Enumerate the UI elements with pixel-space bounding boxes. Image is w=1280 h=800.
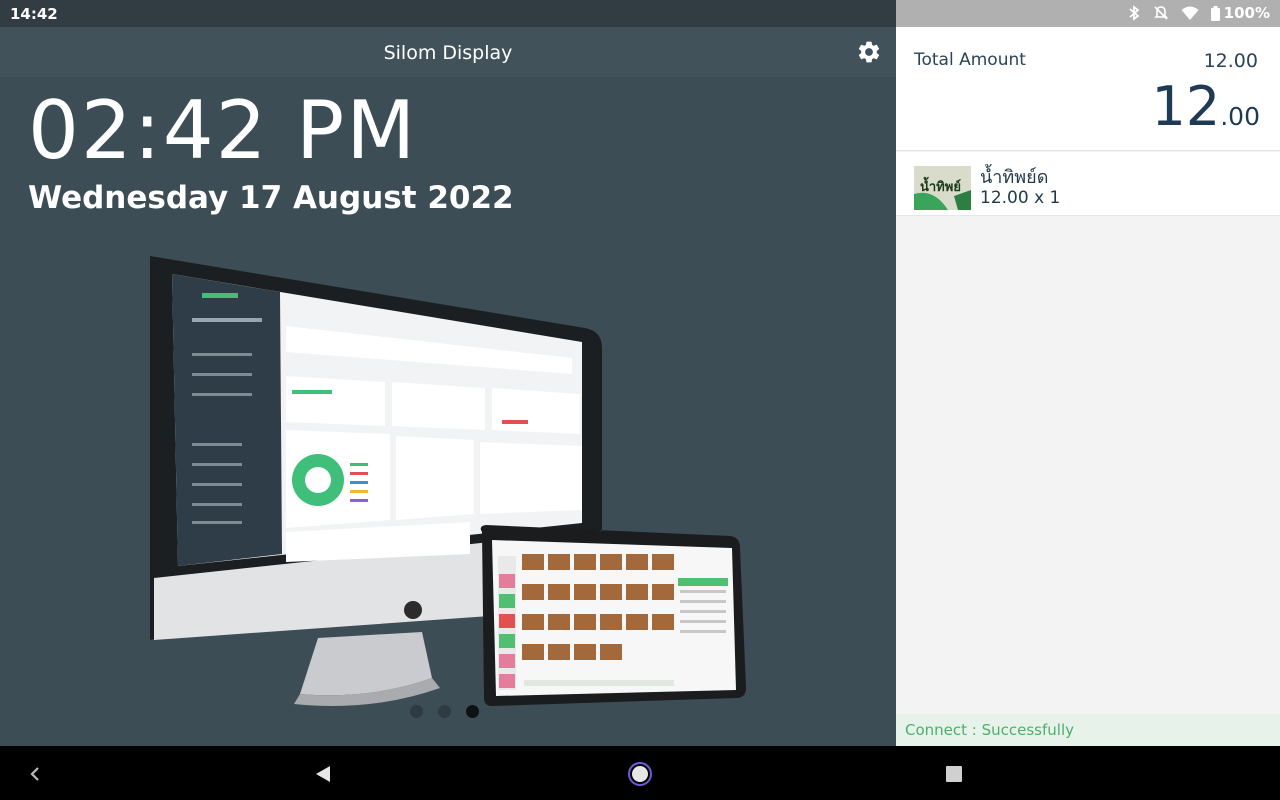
total-amount-decimal: .00 xyxy=(1220,102,1260,131)
connection-status-bar: Connect : Successfully xyxy=(896,714,1280,746)
status-icons: 100% xyxy=(1127,4,1270,22)
bluetooth-icon xyxy=(1129,5,1140,21)
total-card: Total Amount 12.00 12.00 xyxy=(896,27,1280,151)
status-bar-right: 100% xyxy=(896,0,1280,27)
carousel-dot[interactable] xyxy=(410,705,423,718)
total-amount-small: 12.00 xyxy=(1203,50,1258,72)
battery-icon xyxy=(1210,5,1220,21)
status-time: 14:42 xyxy=(10,5,58,23)
pos-devices-illustration xyxy=(150,256,746,706)
carousel-indicator xyxy=(410,705,479,718)
home-icon[interactable] xyxy=(626,760,654,788)
display-panel: 14:42 Silom Display 02:42 PM Wednesday 1… xyxy=(0,0,896,746)
wifi-icon xyxy=(1181,6,1199,20)
carousel-dot-active[interactable] xyxy=(466,705,479,718)
display-time: 02:42 PM xyxy=(28,84,418,177)
notifications-off-icon xyxy=(1153,6,1168,20)
carousel-dot[interactable] xyxy=(438,705,451,718)
connection-status: Connect : Successfully xyxy=(905,721,1074,739)
item-price-qty: 12.00 x 1 xyxy=(980,188,1061,208)
nav-chevron-icon[interactable] xyxy=(22,760,50,788)
system-nav-bar xyxy=(0,746,1280,800)
total-amount-big: 12.00 xyxy=(1152,75,1260,138)
gear-icon[interactable] xyxy=(856,39,882,65)
app-title: Silom Display xyxy=(383,42,513,64)
item-name: น้ำทิพย์ด xyxy=(980,167,1049,188)
total-label: Total Amount xyxy=(914,50,1026,70)
list-item[interactable]: น้ำทิพย์ น้ำทิพย์ด 12.00 x 1 xyxy=(896,152,1280,216)
back-icon[interactable] xyxy=(309,760,337,788)
product-thumbnail: น้ำทิพย์ xyxy=(914,166,971,210)
order-panel: 100% Total Amount 12.00 12.00 น้ำทิพย์ น… xyxy=(896,0,1280,746)
display-date: Wednesday 17 August 2022 xyxy=(28,180,514,216)
status-bar-left: 14:42 xyxy=(0,0,896,27)
app-bar: Silom Display xyxy=(0,27,896,77)
battery-percent: 100% xyxy=(1223,4,1270,22)
product-image: น้ำทิพย์ xyxy=(914,166,971,210)
recents-icon[interactable] xyxy=(940,760,968,788)
total-amount-integer: 12 xyxy=(1151,75,1221,138)
